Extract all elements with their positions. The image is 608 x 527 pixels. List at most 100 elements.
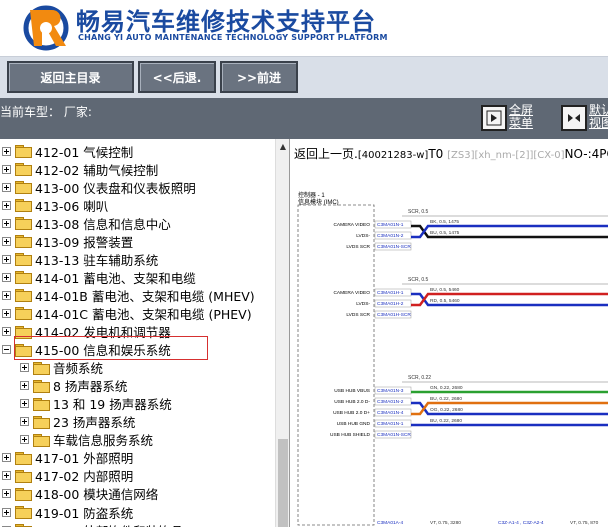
current-vehicle-label: 当前车型： 厂家:: [0, 105, 92, 119]
module-box: [297, 204, 375, 526]
expand-plus-icon[interactable]: [2, 327, 11, 336]
collapse-minus-icon[interactable]: [2, 345, 11, 355]
wire-label: BU, 0.5, 1475: [430, 230, 460, 236]
pin-label: C3MA01N-SCR: [377, 244, 411, 250]
tree-item-label[interactable]: 417-01 外部照明: [35, 448, 133, 467]
folder-icon: [33, 415, 50, 429]
tree-item-label[interactable]: 412-01 气候控制: [35, 142, 133, 161]
expand-plus-icon[interactable]: [2, 507, 11, 517]
pin-label: C3MA01H-2: [377, 301, 404, 307]
tree-item[interactable]: 413-06 喇叭: [2, 196, 108, 214]
tree-item-label[interactable]: 23 扬声器系统: [53, 412, 135, 431]
tree-item-label[interactable]: 413-08 信息和信息中心: [35, 214, 171, 233]
tree-item[interactable]: 车载信息服务系统: [20, 431, 153, 449]
tree-item-label[interactable]: 音频系统: [53, 358, 103, 377]
expand-plus-icon[interactable]: [2, 471, 11, 481]
tree-item-label[interactable]: 412-02 辅助气候控制: [35, 160, 158, 179]
tree-item-label[interactable]: 501-05 外部饰件和装饰品: [35, 521, 183, 527]
expand-plus-icon[interactable]: [2, 272, 11, 282]
scroll-thumb[interactable]: [278, 439, 288, 527]
home-button[interactable]: 返回主目录: [7, 61, 134, 93]
folder-icon: [33, 397, 50, 411]
expand-plus-icon[interactable]: [2, 453, 11, 463]
wire-label: BU, 0.22, 2680: [430, 396, 462, 402]
shield-label: SCR, 0.5: [408, 277, 429, 283]
pin-label: C3MA01N-2: [377, 233, 404, 239]
doc-meta: [ZS3][xh_nm-[2]][CX-0]: [447, 150, 565, 161]
tree-item[interactable]: 414-01C 蓄电池、支架和电缆 (PHEV): [2, 304, 252, 322]
tree-item[interactable]: 419-01 防盗系统: [2, 503, 133, 521]
category-tree: 412-01 气候控制 412-02 辅助气候控制 413-00 仪表盘和仪表板照明…: [0, 139, 288, 527]
tree-item-label[interactable]: 13 和 19 扬声器系统: [53, 394, 172, 413]
tree-item[interactable]: 418-00 模块通信网络: [2, 485, 158, 503]
tree-item[interactable]: 412-02 辅助气候控制: [2, 160, 158, 178]
signal-label: USB HUB GND: [337, 421, 371, 427]
tree-item-label[interactable]: 414-01 蓄电池、支架和电缆: [35, 268, 196, 287]
platform-title-en: CHANG YI AUTO MAINTENANCE TECHNOLOGY SUP…: [78, 33, 388, 42]
expand-plus-icon[interactable]: [20, 399, 29, 409]
current-vehicle-bar: 当前车型： 厂家: 全屏 菜单 默认 视图: [0, 98, 608, 139]
tree-item-label[interactable]: 414-01B 蓄电池、支架和电缆 (MHEV): [35, 286, 255, 305]
doc-id: [40021283-w]: [357, 150, 429, 161]
tree-item-label[interactable]: 413-13 驻车辅助系统: [35, 250, 158, 269]
tree-scrollbar[interactable]: ▲: [275, 139, 289, 527]
expand-plus-icon[interactable]: [2, 164, 11, 174]
tree-item-label[interactable]: 414-01C 蓄电池、支架和电缆 (PHEV): [35, 304, 252, 323]
expand-plus-icon[interactable]: [20, 381, 29, 391]
back-to-previous-link[interactable]: 返回上一页.: [294, 147, 358, 161]
fullscreen-menu-link[interactable]: 全屏 菜单: [509, 104, 533, 130]
folder-icon: [33, 433, 50, 447]
expand-plus-icon[interactable]: [20, 417, 29, 427]
module-title: 控制器 - 1: [298, 191, 325, 199]
pin-label: C3MA01N-1: [377, 421, 404, 427]
tree-item-label[interactable]: 418-00 模块通信网络: [35, 484, 158, 503]
expand-plus-icon[interactable]: [20, 363, 29, 373]
tree-item[interactable]: 414-01 蓄电池、支架和电缆: [2, 268, 196, 286]
folder-icon: [33, 379, 50, 393]
expand-plus-icon[interactable]: [2, 254, 11, 264]
expand-plus-icon[interactable]: [2, 308, 11, 318]
fullscreen-menu-button[interactable]: [481, 105, 507, 131]
expand-plus-icon[interactable]: [2, 290, 11, 300]
tree-item[interactable]: 13 和 19 扬声器系统: [20, 395, 172, 413]
tree-item-label[interactable]: 413-00 仪表盘和仪表板照明: [35, 178, 196, 197]
signal-label: LVDS-: [356, 301, 370, 307]
expand-plus-icon[interactable]: [2, 146, 11, 156]
tree-item[interactable]: 413-00 仪表盘和仪表板照明: [2, 178, 196, 196]
folder-icon: [15, 469, 32, 483]
tree-item-label[interactable]: 车载信息服务系统: [53, 430, 153, 449]
tree-item[interactable]: 412-01 气候控制: [2, 142, 133, 160]
tree-item[interactable]: 501-05 外部饰件和装饰品: [2, 521, 183, 527]
tree-item[interactable]: 417-02 内部照明: [2, 467, 133, 485]
tree-item[interactable]: 音频系统: [20, 359, 103, 377]
tree-item[interactable]: 413-09 报警装置: [2, 232, 133, 250]
back-button[interactable]: <<后退.: [138, 61, 216, 93]
tree-item[interactable]: 413-08 信息和信息中心: [2, 214, 171, 232]
expand-plus-icon[interactable]: [2, 218, 11, 228]
tree-item-label[interactable]: 419-01 防盗系统: [35, 503, 133, 522]
expand-plus-icon[interactable]: [2, 182, 11, 192]
signal-label: CAMERA VIDEO: [333, 222, 370, 228]
scroll-up-arrow-icon[interactable]: ▲: [276, 139, 290, 153]
expand-plus-icon[interactable]: [20, 435, 29, 445]
tree-item-label[interactable]: 417-02 内部照明: [35, 466, 133, 485]
tree-item[interactable]: 23 扬声器系统: [20, 413, 135, 431]
tree-item[interactable]: 414-01B 蓄电池、支架和电缆 (MHEV): [2, 286, 255, 304]
document-pane: 返回上一页.[40021283-w]T0 [ZS3][xh_nm-[2]][CX…: [289, 139, 608, 527]
tree-item[interactable]: 8 扬声器系统: [20, 377, 127, 395]
pin-label: C3MA01N-3: [377, 388, 404, 394]
tree-item[interactable]: 413-13 驻车辅助系统: [2, 250, 158, 268]
default-view-button[interactable]: [561, 105, 587, 131]
pin-label: C3MA01H-1: [377, 290, 404, 296]
tree-item-label[interactable]: 413-09 报警装置: [35, 232, 133, 251]
expand-plus-icon[interactable]: [2, 489, 11, 499]
forward-button[interactable]: >>前进: [220, 61, 298, 93]
expand-plus-icon[interactable]: [2, 236, 11, 246]
tree-item-label[interactable]: 413-06 喇叭: [35, 196, 108, 215]
tree-item-label[interactable]: 8 扬声器系统: [53, 376, 127, 395]
tree-item[interactable]: 417-01 外部照明: [2, 449, 133, 467]
default-view-link[interactable]: 默认 视图: [589, 104, 608, 130]
folder-icon: [15, 451, 32, 465]
expand-plus-icon[interactable]: [2, 200, 11, 210]
signal-label: CAMERA VIDEO: [333, 290, 370, 296]
